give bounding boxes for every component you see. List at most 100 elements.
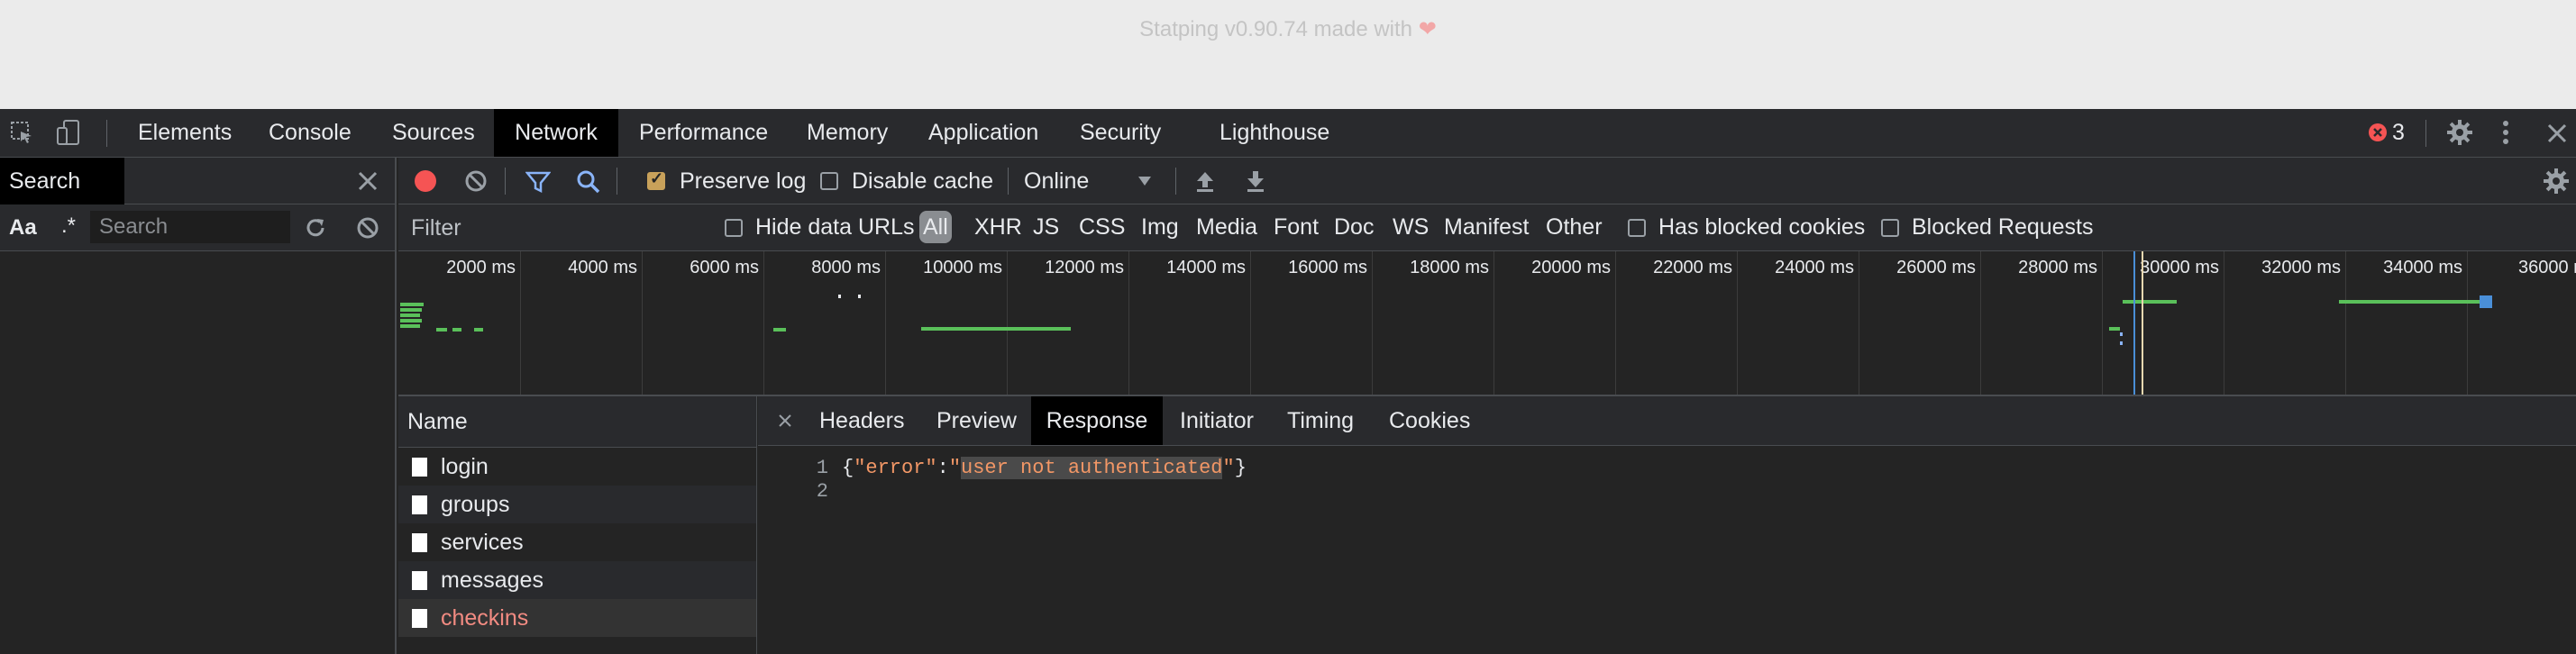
request-row-groups[interactable]: groups bbox=[398, 486, 756, 523]
filter-icon[interactable] bbox=[525, 168, 552, 195]
has-blocked-cookies-label[interactable]: Has blocked cookies bbox=[1658, 214, 1865, 241]
tab-elements[interactable]: Elements bbox=[138, 109, 232, 157]
blocked-requests-checkbox[interactable] bbox=[1881, 219, 1899, 237]
search-panel-header: Search bbox=[0, 158, 395, 204]
document-icon bbox=[412, 458, 427, 477]
timeline-tick: 34000 ms bbox=[2383, 258, 2462, 277]
tab-application[interactable]: Application bbox=[928, 109, 1038, 157]
timeline-bar bbox=[400, 303, 424, 306]
tab-security[interactable]: Security bbox=[1080, 109, 1161, 157]
brace-open: { bbox=[842, 457, 854, 479]
close-search-icon[interactable] bbox=[355, 168, 380, 194]
hide-data-urls-checkbox[interactable] bbox=[725, 219, 743, 237]
filter-type-js[interactable]: JS bbox=[1033, 214, 1059, 241]
disable-cache-label[interactable]: Disable cache bbox=[852, 168, 993, 195]
filter-input[interactable]: Filter bbox=[411, 215, 461, 241]
filter-type-doc[interactable]: Doc bbox=[1334, 214, 1374, 241]
filter-type-all[interactable]: All bbox=[919, 211, 952, 243]
error-count[interactable]: 3 bbox=[2392, 120, 2405, 146]
filter-type-other[interactable]: Other bbox=[1546, 214, 1603, 241]
tab-timing[interactable]: Timing bbox=[1287, 396, 1354, 445]
search-panel-title[interactable]: Search bbox=[0, 158, 124, 204]
tab-console[interactable]: Console bbox=[269, 109, 352, 157]
timeline-tick: 8000 ms bbox=[811, 258, 881, 277]
timeline-bar bbox=[474, 328, 483, 332]
export-har-icon[interactable] bbox=[1242, 168, 1269, 195]
timeline-tick: 6000 ms bbox=[690, 258, 759, 277]
clear-search-icon[interactable] bbox=[355, 215, 380, 241]
filter-type-xhr[interactable]: XHR bbox=[974, 214, 1022, 241]
json-value: user not authenticated bbox=[961, 457, 1223, 479]
timeline-tick: 24000 ms bbox=[1775, 258, 1854, 277]
tab-sources[interactable]: Sources bbox=[392, 109, 475, 157]
timeline-tick: 26000 ms bbox=[1896, 258, 1976, 277]
match-case-toggle[interactable]: Aa bbox=[9, 215, 37, 241]
tab-network[interactable]: Network bbox=[494, 109, 618, 157]
more-options-icon[interactable] bbox=[2495, 118, 2517, 147]
device-toolbar-icon[interactable] bbox=[54, 118, 83, 147]
preserve-log-checkbox[interactable] bbox=[647, 169, 665, 190]
throttling-select[interactable]: Online bbox=[1024, 168, 1089, 195]
request-name: groups bbox=[441, 492, 510, 517]
has-blocked-cookies-checkbox[interactable] bbox=[1628, 219, 1646, 237]
regex-toggle[interactable]: .* bbox=[61, 213, 76, 239]
name-column-header[interactable]: Name bbox=[398, 396, 756, 448]
filter-type-font[interactable]: Font bbox=[1274, 214, 1319, 241]
inspect-element-icon[interactable] bbox=[7, 118, 36, 147]
blocked-requests-label[interactable]: Blocked Requests bbox=[1912, 214, 2094, 241]
preserve-log-label[interactable]: Preserve log bbox=[680, 168, 806, 195]
request-row-login[interactable]: login bbox=[398, 448, 756, 486]
network-settings-icon[interactable] bbox=[2542, 167, 2571, 195]
separator bbox=[1175, 168, 1176, 195]
tab-initiator[interactable]: Initiator bbox=[1180, 396, 1254, 445]
json-key: "error" bbox=[854, 457, 937, 479]
filter-type-img[interactable]: Img bbox=[1141, 214, 1179, 241]
timeline-tick: 12000 ms bbox=[1045, 258, 1124, 277]
settings-gear-icon[interactable] bbox=[2445, 118, 2474, 147]
tab-performance[interactable]: Performance bbox=[639, 109, 768, 157]
tab-cookies[interactable]: Cookies bbox=[1389, 396, 1470, 445]
import-har-icon[interactable] bbox=[1192, 168, 1219, 195]
filter-type-css[interactable]: CSS bbox=[1079, 214, 1125, 241]
gridline bbox=[1007, 251, 1008, 395]
separator bbox=[1008, 168, 1009, 195]
tab-headers[interactable]: Headers bbox=[819, 396, 905, 445]
timeline-tick: 20000 ms bbox=[1531, 258, 1611, 277]
tab-preview[interactable]: Preview bbox=[936, 396, 1017, 445]
timeline-overview[interactable]: 2000 ms 4000 ms 6000 ms 8000 ms 10000 ms… bbox=[398, 251, 2576, 396]
disable-cache-checkbox[interactable] bbox=[820, 172, 838, 190]
tab-response[interactable]: Response bbox=[1031, 396, 1163, 445]
request-row-services[interactable]: services bbox=[398, 523, 756, 561]
response-body[interactable]: 1 2 {"error":"user not authenticated"} bbox=[758, 446, 2576, 654]
search-input[interactable]: Search bbox=[90, 211, 290, 243]
footer-text: Statping v0.90.74 made with bbox=[1139, 17, 1413, 41]
details-tabbar: Headers Preview Response Initiator Timin… bbox=[758, 396, 2576, 446]
timeline-tick: 30000 ms bbox=[2140, 258, 2219, 277]
chevron-down-icon[interactable] bbox=[1136, 172, 1154, 190]
request-name: messages bbox=[441, 568, 544, 593]
search-icon[interactable] bbox=[575, 168, 602, 195]
filter-type-media[interactable]: Media bbox=[1196, 214, 1257, 241]
record-icon[interactable] bbox=[413, 168, 438, 194]
timeline-tick: 36000 m bbox=[2518, 258, 2576, 277]
error-icon[interactable] bbox=[2367, 122, 2389, 143]
request-name: checkins bbox=[441, 605, 529, 631]
clear-log-icon[interactable] bbox=[463, 168, 489, 194]
close-details-icon[interactable] bbox=[774, 410, 796, 431]
timeline-tick: 2000 ms bbox=[446, 258, 516, 277]
tab-lighthouse[interactable]: Lighthouse bbox=[1219, 109, 1329, 157]
document-icon bbox=[412, 495, 427, 514]
hide-data-urls-label[interactable]: Hide data URLs bbox=[755, 214, 914, 241]
filter-type-ws[interactable]: WS bbox=[1393, 214, 1429, 241]
timeline-bar bbox=[2339, 300, 2481, 304]
filter-type-manifest[interactable]: Manifest bbox=[1444, 214, 1529, 241]
request-row-checkins[interactable]: checkins bbox=[398, 599, 756, 637]
refresh-icon[interactable] bbox=[303, 215, 328, 241]
timeline-bar bbox=[2109, 327, 2120, 331]
devtools-tabbar: Elements Console Sources Network Perform… bbox=[0, 109, 2576, 158]
timeline-tick: 14000 ms bbox=[1166, 258, 1246, 277]
request-row-messages[interactable]: messages bbox=[398, 561, 756, 599]
close-devtools-icon[interactable] bbox=[2544, 120, 2571, 147]
dom-content-loaded-marker bbox=[2133, 251, 2135, 395]
tab-memory[interactable]: Memory bbox=[807, 109, 888, 157]
